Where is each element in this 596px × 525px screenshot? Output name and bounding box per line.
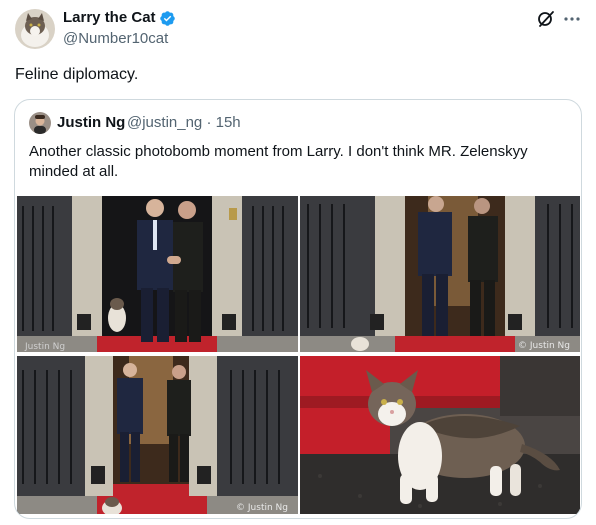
photo-handshake[interactable]: Justin Ng bbox=[17, 196, 298, 352]
photo-watermark: © Justin Ng bbox=[518, 341, 570, 351]
more-icon[interactable] bbox=[562, 9, 582, 29]
photo-at-door[interactable]: © Justin Ng bbox=[300, 196, 580, 352]
author-avatar[interactable] bbox=[15, 9, 55, 49]
verified-badge-icon bbox=[159, 10, 176, 27]
photo-watermark: © Justin Ng bbox=[236, 503, 288, 513]
author-name[interactable]: Larry the Cat bbox=[63, 9, 156, 27]
photo-doorway[interactable]: © Justin Ng bbox=[17, 356, 298, 514]
photo-cat-closeup[interactable] bbox=[300, 356, 580, 514]
tweet-text: Feline diplomacy. bbox=[15, 66, 139, 83]
photo-watermark: Justin Ng bbox=[25, 342, 66, 352]
quoted-tweet-text: Another classic photobomb moment from La… bbox=[29, 143, 528, 180]
quoted-author-avatar[interactable] bbox=[29, 112, 51, 134]
author-handle[interactable]: @Number10cat bbox=[63, 30, 168, 48]
quoted-tweet-card[interactable]: Justin Ng @justin_ng · 15h Another class… bbox=[14, 99, 582, 519]
quoted-author-name[interactable]: Justin Ng bbox=[57, 114, 125, 132]
grok-icon[interactable] bbox=[536, 9, 556, 29]
quoted-handle-time[interactable]: @justin_ng · 15h bbox=[127, 114, 241, 132]
